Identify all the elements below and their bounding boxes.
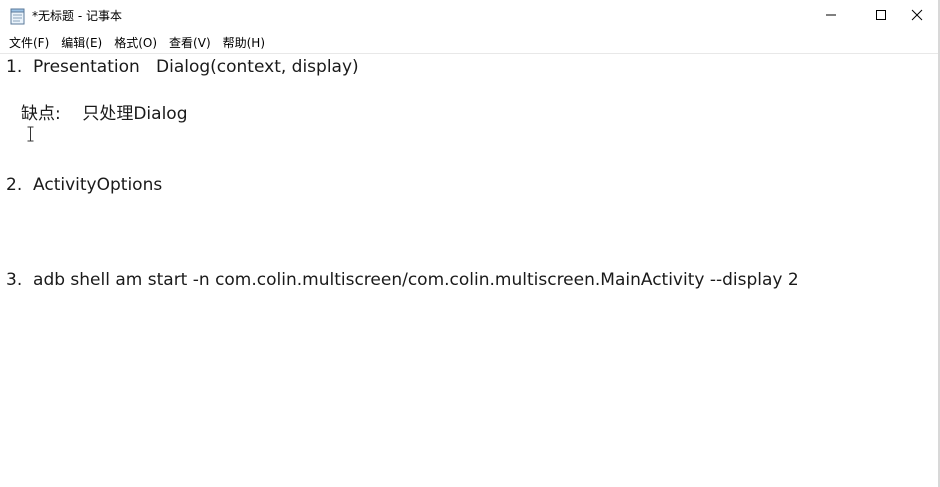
notepad-icon <box>10 7 26 25</box>
minimize-button[interactable] <box>808 0 854 30</box>
editor-line: 缺点: 只处理Dialog <box>21 104 188 124</box>
editor-line: 3. adb shell am start -n com.colin.multi… <box>6 270 799 290</box>
window-title: *无标题 - 记事本 <box>32 9 122 23</box>
close-button[interactable] <box>894 0 940 30</box>
minimize-icon <box>825 6 837 25</box>
menu-edit[interactable]: 编辑(E) <box>55 34 108 52</box>
text-ibeam-icon <box>26 126 35 142</box>
notepad-window: *无标题 - 记事本 文件(F) 编辑(E) 格式(O) 查看(V) 帮助(H) <box>0 0 940 487</box>
text-editor[interactable]: 1. Presentation Dialog(context, display)… <box>0 54 938 487</box>
menu-format[interactable]: 格式(O) <box>108 34 163 52</box>
editor-line: 2. ActivityOptions <box>6 175 163 195</box>
editor-line: 1. Presentation Dialog(context, display) <box>6 57 359 77</box>
menu-view[interactable]: 查看(V) <box>163 34 217 52</box>
title-bar[interactable]: *无标题 - 记事本 <box>0 0 940 32</box>
menu-file[interactable]: 文件(F) <box>3 34 55 52</box>
close-icon <box>911 6 923 25</box>
maximize-icon <box>875 6 887 25</box>
menu-bar: 文件(F) 编辑(E) 格式(O) 查看(V) 帮助(H) <box>0 33 940 53</box>
menu-help[interactable]: 帮助(H) <box>217 34 271 52</box>
